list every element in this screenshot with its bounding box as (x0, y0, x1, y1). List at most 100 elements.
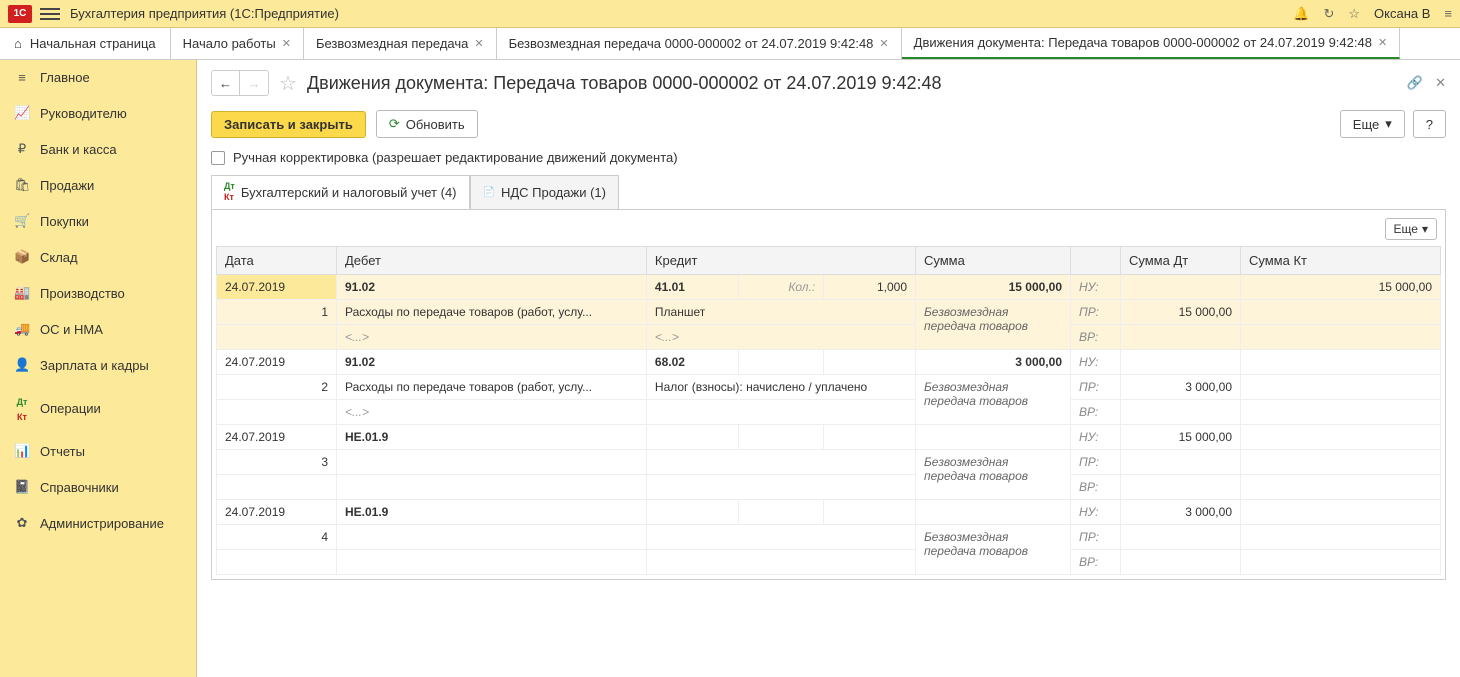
sidebar-item-label: Продажи (40, 178, 94, 193)
refresh-icon: ⟳ (389, 116, 400, 132)
ruble-icon: ₽ (14, 141, 30, 157)
manual-edit-label: Ручная корректировка (разрешает редактир… (233, 150, 678, 165)
menu-icon[interactable] (40, 8, 60, 20)
col-sum-dt[interactable]: Сумма Дт (1121, 247, 1241, 275)
chart-icon: 📈 (14, 105, 30, 121)
tabs-row: ⌂ Начальная страница Начало работы ✕ Без… (0, 28, 1460, 60)
more-button[interactable]: Еще ▾ (1340, 110, 1405, 138)
tab-item[interactable]: Безвозмездная передача 0000-000002 от 24… (497, 28, 902, 59)
manual-edit-checkbox[interactable] (211, 151, 225, 165)
table-row[interactable]: 24.07.2019НЕ.01.9НУ:3 000,00 (217, 500, 1441, 525)
help-label: ? (1426, 117, 1433, 132)
app-title: Бухгалтерия предприятия (1С:Предприятие) (70, 6, 339, 21)
sidebar-item-label: Зарплата и кадры (40, 358, 149, 373)
bell-icon[interactable]: 🔔 (1293, 6, 1309, 22)
col-sum-kt[interactable]: Сумма Кт (1241, 247, 1441, 275)
sidebar-item-bank[interactable]: ₽ Банк и касса (0, 131, 196, 167)
save-close-button[interactable]: Записать и закрыть (211, 111, 366, 138)
star-icon[interactable]: ☆ (1348, 6, 1360, 22)
col-debit[interactable]: Дебет (337, 247, 647, 275)
settings-icon[interactable]: ≡ (1444, 6, 1452, 21)
help-button[interactable]: ? (1413, 110, 1446, 138)
sidebar-item-label: Руководителю (40, 106, 127, 121)
tab-label: Безвозмездная передача 0000-000002 от 24… (509, 36, 874, 51)
sidebar-item-label: Главное (40, 70, 90, 85)
cart-icon: 🛒 (14, 213, 30, 229)
sidebar-item-manager[interactable]: 📈 Руководителю (0, 95, 196, 131)
tab-item-active[interactable]: Движения документа: Передача товаров 000… (902, 28, 1401, 59)
col-date[interactable]: Дата (217, 247, 337, 275)
table-row[interactable]: 4Безвозмездная передача товаровПР: (217, 525, 1441, 550)
user-name[interactable]: Оксана В (1374, 6, 1430, 21)
sidebar-item-hr[interactable]: 👤 Зарплата и кадры (0, 347, 196, 383)
sidebar: ≡Главное 📈 Руководителю ₽ Банк и касса 🛍 Пр… (0, 60, 197, 677)
dtkt-icon: ДтКт (224, 181, 235, 203)
dtkt-icon: ДтКт (14, 393, 30, 423)
close-icon[interactable]: ✕ (879, 37, 888, 50)
col-credit[interactable]: Кредит (646, 247, 915, 275)
sidebar-item-purchases[interactable]: 🛒 Покупки (0, 203, 196, 239)
table-row[interactable]: 24.07.201991.0241.01Кол.:1,00015 000,00Н… (217, 275, 1441, 300)
table-row[interactable]: ВР: (217, 550, 1441, 575)
table-row[interactable]: ВР: (217, 475, 1441, 500)
table-row[interactable]: 1Расходы по передаче товаров (работ, усл… (217, 300, 1441, 325)
sidebar-item-label: Справочники (40, 480, 119, 495)
sidebar-item-label: Производство (40, 286, 125, 301)
accounting-grid: Дата Дебет Кредит Сумма Сумма Дт Сумма К… (216, 246, 1441, 575)
sidebar-item-label: Банк и касса (40, 142, 117, 157)
sidebar-item-main[interactable]: ≡Главное (0, 60, 196, 95)
col-sum[interactable]: Сумма (916, 247, 1071, 275)
home-tab-label: Начальная страница (30, 36, 156, 51)
refresh-button[interactable]: ⟳Обновить (376, 110, 478, 138)
sidebar-item-production[interactable]: 🏭Производство (0, 275, 196, 311)
sidebar-item-operations[interactable]: ДтКтОперации (0, 383, 196, 433)
sidebar-item-label: Отчеты (40, 444, 85, 459)
tab-label: Безвозмездная передача (316, 36, 468, 51)
close-icon[interactable]: ✕ (474, 37, 483, 50)
sidebar-item-warehouse[interactable]: 📦Склад (0, 239, 196, 275)
box-icon: 📦 (14, 249, 30, 265)
table-row[interactable]: 24.07.2019НЕ.01.9НУ:15 000,00 (217, 425, 1441, 450)
chevron-down-icon: ▾ (1422, 222, 1428, 236)
back-button[interactable]: ← (212, 71, 240, 95)
tab-label: Начало работы (183, 36, 276, 51)
sidebar-item-label: Покупки (40, 214, 89, 229)
table-row[interactable]: <...>ВР: (217, 400, 1441, 425)
logo-1c: 1C (8, 5, 32, 23)
sidebar-item-sales[interactable]: 🛍 Продажи (0, 167, 196, 203)
sidebar-item-label: ОС и НМА (40, 322, 103, 337)
table-row[interactable]: 2Расходы по передаче товаров (работ, усл… (217, 375, 1441, 400)
chevron-down-icon: ▾ (1385, 116, 1392, 132)
tab-label: Движения документа: Передача товаров 000… (914, 35, 1372, 50)
col-tax-type[interactable] (1071, 247, 1121, 275)
close-icon[interactable]: ✕ (282, 37, 291, 50)
home-tab[interactable]: ⌂ Начальная страница (0, 28, 171, 59)
tab-item[interactable]: Безвозмездная передача ✕ (304, 28, 497, 59)
bag-icon: 🛍 (14, 177, 30, 193)
sidebar-item-directories[interactable]: 📓Справочники (0, 469, 196, 505)
top-bar: 1C Бухгалтерия предприятия (1С:Предприят… (0, 0, 1460, 28)
sidebar-item-assets[interactable]: 🚚 ОС и НМА (0, 311, 196, 347)
table-row[interactable]: 3Безвозмездная передача товаровПР: (217, 450, 1441, 475)
nav-buttons: ← → (211, 70, 269, 96)
sidebar-item-admin[interactable]: ✿Администрирование (0, 505, 196, 541)
home-icon: ⌂ (14, 36, 22, 51)
table-row[interactable]: <...><...>ВР: (217, 325, 1441, 350)
grid-more-button[interactable]: Еще▾ (1385, 218, 1437, 240)
more-label: Еще (1353, 117, 1379, 132)
close-icon[interactable]: ✕ (1378, 36, 1387, 49)
link-icon[interactable]: 🔗 (1407, 75, 1423, 91)
person-icon: 👤 (14, 357, 30, 373)
subtab-vat[interactable]: 📄 НДС Продажи (1) (470, 175, 619, 209)
subtab-accounting[interactable]: ДтКт Бухгалтерский и налоговый учет (4) (211, 175, 470, 209)
truck-icon: 🚚 (14, 321, 30, 337)
table-row[interactable]: 24.07.201991.0268.023 000,00НУ: (217, 350, 1441, 375)
close-icon[interactable]: ✕ (1435, 75, 1446, 91)
subtab-label: НДС Продажи (1) (501, 185, 606, 200)
sidebar-item-reports[interactable]: 📊Отчеты (0, 433, 196, 469)
history-icon[interactable]: ↻ (1323, 6, 1334, 22)
sidebar-item-label: Администрирование (40, 516, 164, 531)
forward-button[interactable]: → (240, 71, 268, 95)
tab-item[interactable]: Начало работы ✕ (171, 28, 304, 59)
favorite-icon[interactable]: ☆ (279, 71, 297, 96)
